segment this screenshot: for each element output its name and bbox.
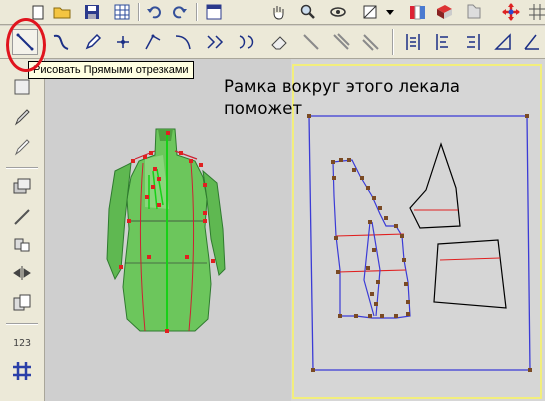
redo-icon: [173, 6, 187, 19]
triangle-button[interactable]: [490, 29, 516, 55]
copy-icon: [13, 294, 31, 311]
align-vertical-icon: [406, 34, 420, 50]
new-document-icon: [32, 5, 44, 20]
spline-button[interactable]: [140, 29, 166, 55]
tooltip: Рисовать Прямыми отрезками: [28, 61, 194, 79]
annotation-line-2: поможет: [224, 99, 303, 118]
mannequin-body: [106, 128, 226, 332]
flip-tool[interactable]: [8, 259, 36, 287]
diagonal-line-icon: [362, 34, 379, 51]
parallel-line-button[interactable]: [328, 29, 354, 55]
align-left-button[interactable]: [430, 29, 456, 55]
bezier-button[interactable]: [202, 29, 228, 55]
counter-tool[interactable]: 123: [8, 329, 36, 357]
zoom-icon: [300, 4, 315, 19]
hand-pan-button[interactable]: [268, 2, 288, 22]
pattern-grid-button[interactable]: [112, 2, 132, 22]
view-dropdown[interactable]: [384, 2, 396, 22]
move-cross-icon: [502, 3, 520, 21]
annotation-text: Рамка вокруг этого лекала поможет: [224, 76, 460, 120]
draw-curve-icon: [53, 34, 69, 50]
fabric-icon: [410, 5, 425, 20]
pen-icon: [14, 109, 30, 126]
counter-label: 123: [12, 337, 32, 349]
hand-pan-icon: [273, 6, 284, 20]
grid-hash-icon: [13, 362, 31, 380]
align-right-icon: [467, 34, 480, 50]
draw-curve-button[interactable]: [48, 29, 74, 55]
pen-tool[interactable]: [8, 103, 36, 131]
window-button[interactable]: [204, 2, 224, 22]
bezier-alt-button[interactable]: [234, 29, 260, 55]
layers-icon: [13, 178, 31, 194]
view-icon: [363, 5, 377, 19]
rotate-button[interactable]: [328, 2, 348, 22]
point-button[interactable]: [110, 29, 136, 55]
zoom-button[interactable]: [298, 2, 318, 22]
bezier-alt-icon: [239, 35, 254, 49]
bezier-icon: [207, 35, 224, 49]
flag-button[interactable]: [464, 2, 484, 22]
drawing-toolbar: [0, 26, 545, 59]
align-left-icon: [436, 34, 448, 50]
select-icon: [14, 79, 30, 95]
pattern-grid-icon: [114, 4, 130, 20]
book-icon: [437, 5, 452, 19]
triangle-icon: [494, 33, 511, 50]
grid-button[interactable]: [528, 2, 545, 22]
mirror-icon: [14, 238, 30, 252]
layers-tool[interactable]: [8, 173, 36, 201]
open-folder-icon: [53, 7, 71, 19]
main-toolbar: [0, 0, 545, 25]
parallel-line-icon: [333, 33, 350, 50]
redo-button[interactable]: [170, 2, 190, 22]
angle-button[interactable]: [519, 29, 545, 55]
spline-icon: [145, 34, 161, 50]
line-arrow-icon: [303, 34, 319, 50]
view-button[interactable]: [360, 2, 380, 22]
mirror-tool[interactable]: [8, 231, 36, 259]
open-button[interactable]: [52, 2, 72, 22]
undo-icon: [147, 6, 161, 19]
flag-icon: [467, 4, 481, 19]
save-button[interactable]: [82, 2, 102, 22]
annotation-line-1: Рамка вокруг этого лекала: [224, 77, 460, 96]
copy-tool[interactable]: [8, 289, 36, 317]
grid-icon: [528, 4, 545, 20]
eraser-icon: [271, 36, 287, 50]
align-right-button[interactable]: [460, 29, 486, 55]
pencil-icon: [85, 33, 102, 50]
dropdown-arrow-icon: [386, 10, 394, 15]
highlight-circle: [6, 18, 46, 72]
eraser-button[interactable]: [266, 29, 292, 55]
diagonal-line-button[interactable]: [358, 29, 384, 55]
rotate-icon: [330, 7, 346, 17]
line-arrow-button[interactable]: [298, 29, 324, 55]
window-icon: [206, 4, 222, 20]
left-toolbar: 123: [0, 59, 45, 401]
grid-hash-tool[interactable]: [8, 357, 36, 385]
move-cross-button[interactable]: [500, 2, 522, 22]
line-icon: [14, 209, 30, 225]
align-vertical-button[interactable]: [400, 29, 426, 55]
fabric-button[interactable]: [408, 2, 428, 22]
pencil-icon: [14, 139, 30, 156]
point-icon: [117, 36, 129, 48]
undo-button[interactable]: [144, 2, 164, 22]
arc-icon: [175, 35, 191, 50]
flip-icon: [13, 266, 31, 280]
arc-button[interactable]: [170, 29, 196, 55]
angle-icon: [524, 34, 539, 50]
book-button[interactable]: [434, 2, 454, 22]
save-icon: [85, 5, 99, 19]
line-tool[interactable]: [8, 203, 36, 231]
pencil-button[interactable]: [80, 29, 106, 55]
pencil-tool[interactable]: [8, 133, 36, 161]
